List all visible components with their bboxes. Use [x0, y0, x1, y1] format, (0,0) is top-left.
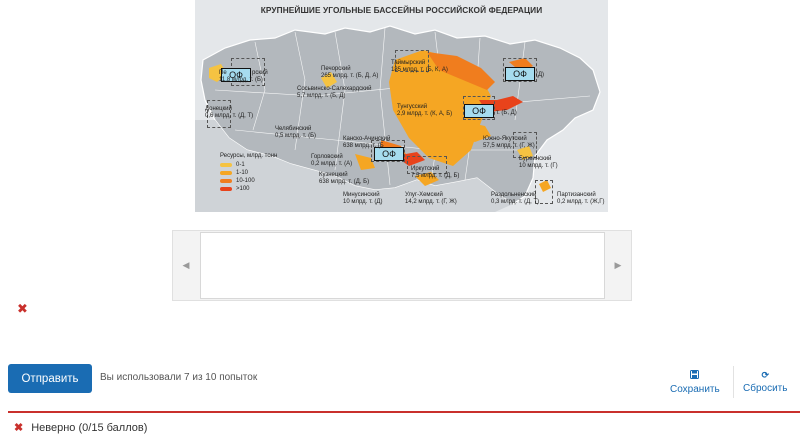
legend-swatch — [220, 187, 232, 191]
floppy-disk-icon — [670, 370, 720, 381]
status-text: Неверно (0/15 баллов) — [31, 422, 148, 434]
refresh-icon: ⟳ — [761, 370, 769, 380]
label-taimyr: Таймырский 185 млрд. т. (Б, К, А) — [391, 60, 448, 73]
legend-item: 1-10 — [220, 169, 277, 177]
toolbar-divider — [733, 366, 734, 398]
incorrect-status-icon: ✖ — [14, 422, 24, 434]
legend-title: Ресурсы, млрд. тонн — [220, 153, 278, 159]
label-tungus: Тунгусский 2,9 млрд. т. (К, А, Б) — [397, 104, 453, 117]
label-yakut: Южно-Якутский 57,5 млрд. т. (Г, Ж) — [483, 136, 535, 149]
save-label: Сохранить — [670, 384, 720, 395]
legend-swatch — [220, 171, 232, 175]
label-partiz: Партизанский 0,2 млрд. т. (Ж,Г) — [557, 192, 605, 205]
label-kuzn: Кузнецкий 638 млрд. т. (Д, Б) — [319, 172, 370, 185]
status-divider-line — [8, 411, 800, 413]
label-chelyab: Челябинский 0,5 млрд. т. (Б) — [275, 126, 317, 139]
map-legend: Ресурсы, млрд. тонн 0-1 1-10 10-100 >100 — [220, 153, 277, 193]
attempts-counter: Вы использовали 7 из 10 попыток — [100, 372, 258, 383]
submit-button[interactable]: Отправить — [8, 364, 92, 393]
label-irkut: Иркутский 7,5 млрд. т. (Д, Б) — [411, 166, 460, 179]
label-kansk: Канско-Ачинский 638 млрд. т. (Б — [343, 136, 391, 149]
legend-swatch — [220, 179, 232, 183]
reset-label: Сбросить — [743, 383, 788, 394]
carousel-items-tray[interactable] — [200, 232, 605, 299]
incorrect-x-icon: ✖ — [17, 302, 28, 317]
reset-button[interactable]: ⟳ Сбросить — [743, 370, 787, 394]
label-lena: (Д) — [536, 72, 545, 78]
label-zyryan: т. (Б, Д) — [496, 110, 517, 116]
label-pechora-tail: рский — [252, 70, 268, 76]
save-button[interactable]: Сохранить — [670, 370, 720, 395]
label-pechorsky: Печорский 265 млрд. т. (Б, Д, А) — [321, 66, 379, 79]
map-title: КРУПНЕЙШИЕ УГОЛЬНЫЕ БАССЕЙНЫ РОССИЙСКОЙ … — [260, 5, 543, 15]
legend-item: 0-1 — [220, 161, 277, 169]
legend-swatch — [220, 163, 232, 167]
label-razd: Раздольненский 0,3 млрд. т. (Д, Т) — [491, 192, 540, 205]
draggable-items-carousel: ◀ ▶ — [172, 230, 632, 301]
legend-item: 10-100 — [220, 177, 277, 185]
carousel-prev-arrow-icon[interactable]: ◀ — [173, 231, 199, 300]
label-ulug: Улуг-Хемский 14,2 млрд. т. (Г, Ж) — [405, 192, 457, 205]
coal-basins-map: КРУПНЕЙШИЕ УГОЛЬНЫЕ БАССЕЙНЫ РОССИЙСКОЙ … — [195, 0, 608, 212]
label-bureya: Буреинский 10 млрд. т. (Г) — [519, 156, 558, 169]
legend-item: >100 — [220, 185, 277, 193]
label-minus: Минусинский 10 млрд. т. (Д) — [343, 192, 383, 205]
of-token-zyryan[interactable]: ОФ — [464, 104, 494, 118]
label-gorlov: Горловский 0,2 млрд. т. (А) — [311, 154, 353, 167]
of-token-lena[interactable]: ОФ — [505, 67, 535, 81]
carousel-next-arrow-icon[interactable]: ▶ — [605, 231, 631, 300]
label-sosva: Сосьвинско-Салехардский 5,7 млрд. т. (Б, … — [297, 86, 372, 99]
label-donets: Донецкий 0,6 млрд. т. (Д, Т) — [205, 106, 254, 119]
result-status: ✖ Неверно (0/15 баллов) — [14, 421, 147, 434]
